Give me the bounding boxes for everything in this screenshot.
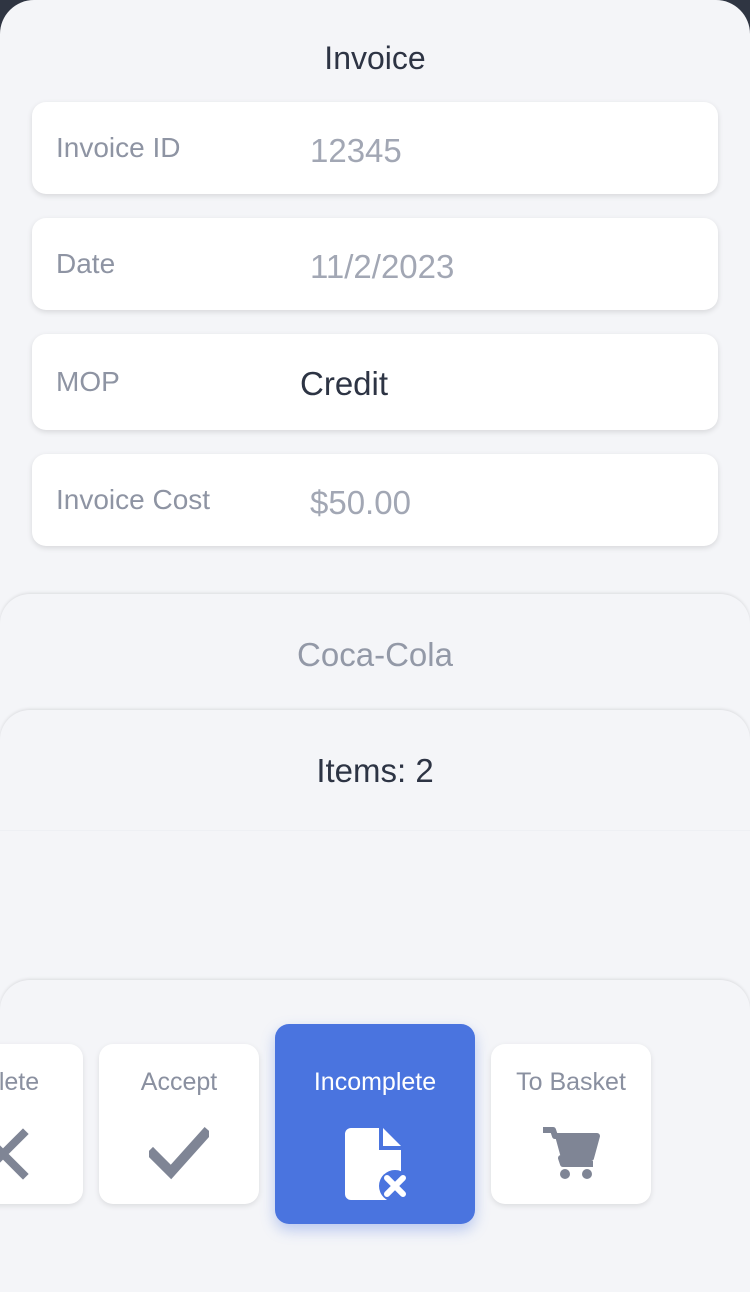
date-label: Date [56,248,116,279]
check-icon [145,1124,213,1184]
mop-value: Credit [300,365,389,402]
x-icon [0,1124,33,1184]
invoice-sheet: Invoice Invoice ID 12345 Date 11/2/2023 … [0,0,750,1292]
to-basket-button-label: To Basket [516,1068,626,1096]
mop-label: MOP [56,366,120,397]
invoice-cost-field[interactable]: Invoice Cost $50.00 [32,454,718,546]
file-x-icon [345,1128,411,1202]
invoice-cost-label: Invoice Cost [56,484,211,515]
date-value: 11/2/2023 [310,248,455,285]
invoice-id-label: Invoice ID [56,132,181,163]
accept-button-label: Accept [140,1068,218,1096]
invoice-id-field[interactable]: Invoice ID 12345 [32,102,718,194]
items-divider [0,830,750,831]
to-basket-button[interactable]: To Basket [491,1044,651,1204]
incomplete-button-label: Incomplete [313,1068,437,1096]
page-title: Invoice [324,40,426,76]
vendor-name[interactable]: Coca-Cola [0,636,750,674]
accept-button[interactable]: Accept [99,1044,259,1204]
delete-button-label: Delete [0,1068,40,1096]
incomplete-button[interactable]: Incomplete [275,1024,475,1224]
items-summary[interactable]: Items: 2 [0,752,750,790]
cart-icon [541,1124,601,1184]
mop-field[interactable]: MOP Credit [32,334,718,430]
date-field[interactable]: Date 11/2/2023 [32,218,718,310]
invoice-cost-value: $50.00 [310,484,411,521]
invoice-id-value: 12345 [310,132,402,169]
delete-button[interactable]: Delete [0,1044,83,1204]
